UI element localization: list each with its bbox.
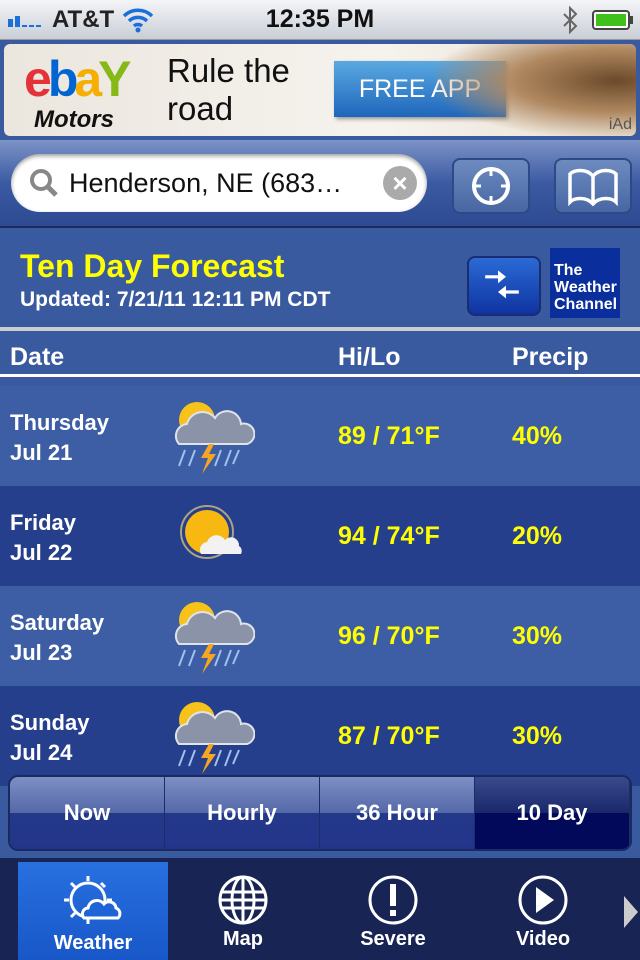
hi-lo-temp: 94 / 74°F (338, 522, 440, 550)
tab-severe[interactable]: Severe (318, 862, 468, 960)
forecast-header: Ten Day Forecast Updated: 7/21/11 12:11 … (0, 230, 640, 328)
segment-hourly[interactable]: Hourly (165, 777, 320, 849)
search-bar: × (0, 140, 640, 228)
forecast-row[interactable]: Sunday Jul 24 87 / 70°F 30% (0, 686, 640, 786)
forecast-row[interactable]: Thursday Jul 21 89 / 71°F 40% (0, 386, 640, 486)
row-date: Friday Jul 22 (10, 510, 77, 565)
hi-lo-temp: 87 / 70°F (338, 722, 440, 750)
play-icon (468, 874, 618, 926)
col-hilo: Hi/Lo (338, 343, 401, 371)
segment-36-hour[interactable]: 36 Hour (320, 777, 475, 849)
more-tabs-arrow-icon[interactable] (624, 896, 638, 928)
view-segmented-control: Now Hourly 36 Hour 10 Day (8, 775, 632, 851)
row-date: Sunday Jul 24 (10, 710, 90, 765)
tab-label: Video (515, 928, 571, 950)
clock: 12:35 PM (265, 5, 375, 33)
search-icon (30, 169, 58, 197)
ad-brand-sub: Motors (34, 106, 114, 133)
mostly-sunny-icon (165, 494, 255, 583)
status-bar: AT&T 12:35 PM (0, 0, 640, 40)
col-date: Date (10, 343, 65, 371)
col-precip: Precip (512, 343, 589, 371)
forecast-row[interactable]: Saturday Jul 23 96 / 70°F 30% (0, 586, 640, 686)
tab-map[interactable]: Map (168, 862, 318, 960)
forecast-list: Thursday Jul 21 89 / 71°F 40% Friday Jul 22… (0, 386, 640, 786)
segment-now[interactable]: Now (10, 777, 165, 849)
battery-icon (592, 10, 633, 30)
column-headers: Date Hi/Lo Precip (0, 331, 640, 377)
swap-button[interactable] (467, 256, 541, 316)
ad-banner[interactable]: ebaY Motors Rule the road FREE APP iAd (4, 44, 636, 136)
tab-weather[interactable]: Weather (18, 862, 168, 960)
sun-cloud-icon (18, 874, 168, 930)
bookmarks-button[interactable] (554, 158, 632, 214)
ebay-logo: ebaY (24, 51, 132, 107)
precip-chance: 40% (512, 422, 563, 450)
thunderstorm-icon (165, 694, 256, 783)
row-date: Saturday Jul 23 (10, 610, 105, 665)
locate-button[interactable] (452, 158, 530, 214)
alert-icon (318, 874, 468, 926)
ad-photo (436, 44, 636, 136)
tab-label: Map (223, 928, 263, 950)
precip-chance: 30% (512, 722, 563, 750)
hi-lo-temp: 96 / 70°F (338, 622, 440, 650)
search-field[interactable]: × (11, 154, 427, 212)
page-title: Ten Day Forecast (20, 248, 285, 284)
tab-video[interactable]: Video (468, 862, 618, 960)
clear-search-button[interactable]: × (383, 166, 417, 200)
iad-badge: iAd (608, 116, 632, 133)
segment-10-day[interactable]: 10 Day (475, 777, 630, 849)
precip-chance: 20% (512, 522, 563, 550)
tab-label: Severe (360, 928, 426, 950)
hi-lo-temp: 89 / 71°F (338, 422, 440, 450)
thunderstorm-icon (165, 594, 256, 683)
ad-tagline: Rule the road (167, 52, 290, 127)
thunderstorm-icon (165, 394, 256, 483)
forecast-row[interactable]: Friday Jul 22 94 / 74°F 20% (0, 486, 640, 586)
tab-bar: Weather Map Severe Video (0, 858, 640, 960)
precip-chance: 30% (512, 622, 563, 650)
search-input[interactable] (69, 162, 369, 204)
updated-time: Updated: 7/21/11 12:11 PM CDT (20, 288, 331, 311)
bluetooth-icon (563, 6, 578, 34)
row-date: Thursday Jul 21 (10, 410, 110, 465)
tab-label: Weather (53, 932, 133, 954)
swap-arrows-icon (485, 270, 519, 299)
crosshair-icon (472, 167, 510, 205)
globe-icon (168, 874, 318, 926)
book-icon (568, 168, 618, 206)
weather-channel-logo: The Weather Channel (550, 248, 620, 318)
